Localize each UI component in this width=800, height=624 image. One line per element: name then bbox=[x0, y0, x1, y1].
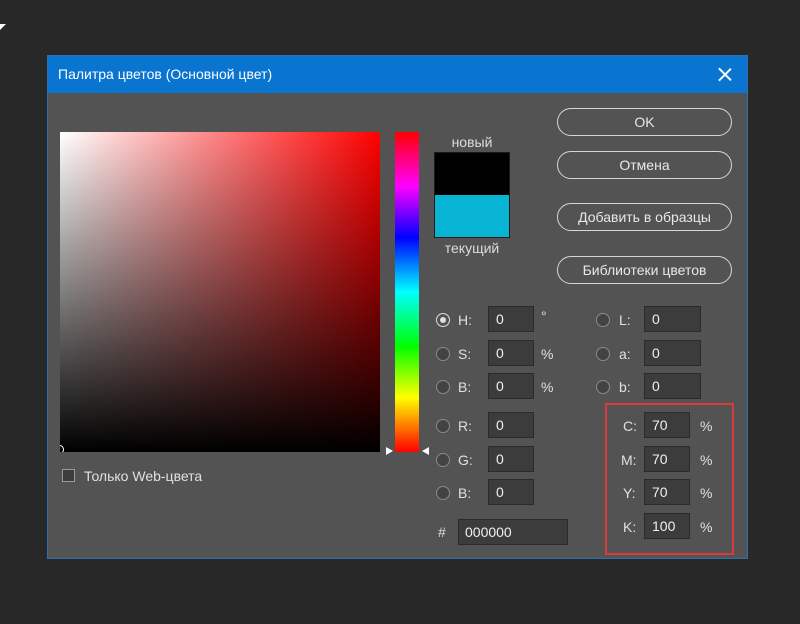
b-lab-radio[interactable] bbox=[596, 380, 610, 394]
title-bar: Палитра цветов (Основной цвет) bbox=[48, 56, 747, 93]
y-unit: % bbox=[700, 485, 713, 501]
s-radio[interactable] bbox=[436, 347, 450, 361]
ok-button[interactable]: OK bbox=[557, 108, 732, 136]
web-colors-checkbox[interactable] bbox=[62, 469, 75, 482]
a-label: a: bbox=[619, 346, 631, 362]
current-color-label: текущий bbox=[444, 240, 500, 256]
current-color-swatch[interactable] bbox=[435, 195, 509, 237]
b-lab-label: b: bbox=[619, 379, 631, 395]
b-rgb-radio[interactable] bbox=[436, 486, 450, 500]
color-libraries-button[interactable]: Библиотеки цветов bbox=[557, 256, 732, 284]
hex-input[interactable]: 000000 bbox=[458, 519, 568, 545]
c-input[interactable]: 70 bbox=[644, 412, 690, 438]
b-hsb-unit: % bbox=[541, 379, 554, 395]
b-hsb-label: B: bbox=[458, 379, 472, 395]
c-label: C: bbox=[623, 418, 637, 434]
b-rgb-label: B: bbox=[458, 485, 472, 501]
l-input[interactable]: 0 bbox=[644, 306, 701, 332]
k-label: K: bbox=[623, 519, 637, 535]
color-picker-dialog: Палитра цветов (Основной цвет) новый тек… bbox=[47, 55, 748, 559]
a-input[interactable]: 0 bbox=[644, 340, 701, 366]
h-input[interactable]: 0 bbox=[488, 306, 534, 332]
h-radio[interactable] bbox=[436, 313, 450, 327]
b-rgb-input[interactable]: 0 bbox=[488, 479, 534, 505]
l-radio[interactable] bbox=[596, 313, 610, 327]
mouse-pointer-icon bbox=[0, 24, 6, 30]
h-unit: ° bbox=[541, 308, 547, 324]
l-label: L: bbox=[619, 312, 631, 328]
g-radio[interactable] bbox=[436, 453, 450, 467]
cancel-button[interactable]: Отмена bbox=[557, 151, 732, 179]
b-lab-input[interactable]: 0 bbox=[644, 373, 701, 399]
m-input[interactable]: 70 bbox=[644, 446, 690, 472]
s-unit: % bbox=[541, 346, 554, 362]
k-input[interactable]: 100 bbox=[644, 513, 690, 539]
color-field-gradient bbox=[60, 132, 380, 452]
k-unit: % bbox=[700, 519, 713, 535]
web-colors-label: Только Web-цвета bbox=[84, 468, 203, 484]
hex-hash-label: # bbox=[438, 524, 446, 540]
r-radio[interactable] bbox=[436, 419, 450, 433]
h-label: H: bbox=[458, 312, 472, 328]
r-label: R: bbox=[458, 418, 472, 434]
color-comparison-swatch bbox=[434, 152, 510, 238]
hue-slider[interactable] bbox=[395, 132, 419, 452]
new-color-label: новый bbox=[451, 134, 493, 150]
y-input[interactable]: 70 bbox=[644, 479, 690, 505]
g-label: G: bbox=[458, 452, 473, 468]
add-to-swatches-button[interactable]: Добавить в образцы bbox=[557, 203, 732, 231]
g-input[interactable]: 0 bbox=[488, 446, 534, 472]
s-label: S: bbox=[458, 346, 472, 362]
hue-slider-right-handle-icon[interactable] bbox=[422, 447, 429, 455]
c-unit: % bbox=[700, 418, 713, 434]
hue-slider-left-handle-icon[interactable] bbox=[386, 447, 393, 455]
close-icon[interactable] bbox=[701, 56, 747, 93]
b-hsb-input[interactable]: 0 bbox=[488, 373, 534, 399]
new-color-swatch bbox=[435, 153, 509, 196]
r-input[interactable]: 0 bbox=[488, 412, 534, 438]
y-label: Y: bbox=[623, 485, 636, 501]
m-unit: % bbox=[700, 452, 713, 468]
dialog-title: Палитра цветов (Основной цвет) bbox=[58, 66, 273, 82]
saturation-brightness-field[interactable] bbox=[60, 132, 380, 452]
s-input[interactable]: 0 bbox=[488, 340, 534, 366]
a-radio[interactable] bbox=[596, 347, 610, 361]
b-hsb-radio[interactable] bbox=[436, 380, 450, 394]
m-label: M: bbox=[621, 452, 637, 468]
